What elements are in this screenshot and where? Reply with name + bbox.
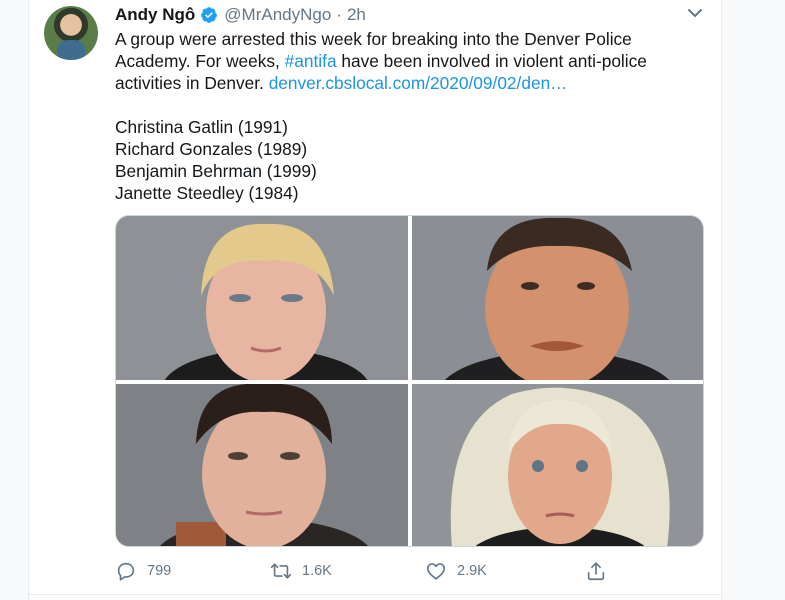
tweet-header: Andy Ngô @MrAndyNgo · 2h [115,4,366,26]
avatar[interactable] [44,6,98,60]
tweet-text-line: A group were arrested this week for brea… [115,29,632,49]
chevron-down-icon[interactable] [686,6,704,20]
verified-badge-icon [201,7,218,23]
hashtag-link[interactable]: #antifa [285,51,337,71]
heart-icon [426,563,446,580]
photo-1[interactable] [116,216,408,380]
author-handle[interactable]: @MrAndyNgo [224,5,331,25]
photo-2[interactable] [412,216,703,380]
tweet-time[interactable]: 2h [347,5,366,25]
name-line: Richard Gonzales (1989) [115,139,308,159]
photo-3[interactable] [116,384,408,546]
media-grid [115,215,704,547]
reply-button[interactable]: 799 [115,558,171,584]
name-line: Benjamin Behrman (1999) [115,161,317,181]
name-line: Janette Steedley (1984) [115,183,299,203]
share-button[interactable] [585,558,617,584]
tweet-text: A group were arrested this week for brea… [115,28,705,204]
like-count: 2.9K [457,563,487,579]
url-link[interactable]: denver.cbslocal.com/2020/09/02/den… [269,73,568,93]
reply-icon [117,562,135,581]
tweet-text-segment: Academy. For weeks, [115,51,285,71]
tweet-text-segment: activities in Denver. [115,73,269,93]
reply-count: 799 [147,563,172,579]
share-icon [587,562,605,581]
author-name[interactable]: Andy Ngô [115,5,195,25]
retweet-button[interactable]: 1.6K [270,558,332,584]
tweet-actions: 799 1.6K 2.9K [115,558,705,584]
like-button[interactable]: 2.9K [425,558,487,584]
divider [28,594,722,595]
name-line: Christina Gatlin (1991) [115,117,288,137]
retweet-count: 1.6K [302,563,332,579]
tweet-text-line: activities in Denver. denver.cbslocal.co… [115,72,705,94]
photo-4[interactable] [412,384,703,546]
tweet-text-segment: have been involved in violent anti-polic… [336,51,647,71]
retweet-icon [270,563,292,579]
tweet-text-line: Academy. For weeks, #antifa have been in… [115,50,705,72]
separator: · [336,5,342,24]
